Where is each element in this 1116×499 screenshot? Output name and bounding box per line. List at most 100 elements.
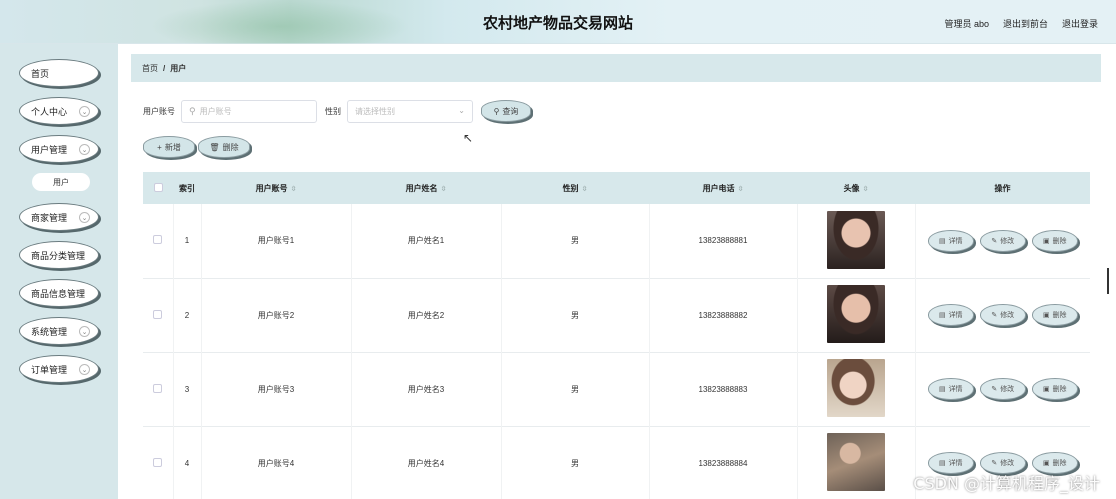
cell-name: 用户姓名4	[351, 426, 502, 499]
pencil-icon: ✎	[991, 460, 998, 467]
avatar[interactable]	[827, 359, 885, 417]
edit-button[interactable]: ✎ 修改	[979, 229, 1026, 252]
breadcrumb-current: 用户	[170, 63, 187, 73]
scrollbar[interactable]	[1107, 268, 1109, 294]
query-button[interactable]: ⚲ 查询	[481, 100, 531, 122]
table-row: 3 用户账号3 用户姓名3 男 13823888883 ▤ 详情 ✎ 修改 ▣ 删除	[143, 352, 1090, 426]
sidebar-item-personal-center[interactable]: 个人中心 ⌄	[19, 97, 99, 125]
sort-icon[interactable]: ⇳	[441, 186, 447, 193]
table-row: 1 用户账号1 用户姓名1 男 13823888881 ▤ 详情 ✎ 修改 ▣ 删除	[143, 204, 1090, 278]
edit-button[interactable]: ✎ 修改	[979, 304, 1026, 326]
delete-button-label: 删除	[222, 142, 239, 152]
delete-button[interactable]: ▣ 删除	[1031, 378, 1078, 400]
edit-button[interactable]: ✎ 修改	[979, 378, 1026, 400]
document-icon: ▤	[938, 386, 946, 393]
back-to-front-link[interactable]: 退出到前台	[1003, 17, 1048, 30]
header-name[interactable]: 用户姓名 ⇳	[351, 172, 501, 204]
cell-gender: 男	[501, 426, 650, 499]
trash-icon: ▣	[1042, 312, 1050, 319]
delete-button[interactable]: ▣ 删除	[1031, 229, 1078, 252]
mouse-cursor-icon: ↖	[463, 131, 474, 145]
sidebar-item-system-management[interactable]: 系统管理 ⌄	[19, 317, 99, 345]
sidebar: 首页 个人中心 ⌄ 用户管理 ⌄ 商家管理 ⌄ 商品分类管理 商品信息管理 系统…	[0, 44, 118, 499]
header-phone[interactable]: 用户电话 ⇳	[649, 172, 797, 204]
search-form: 用户账号 ⚲ 用户账号 性别 请选择性别 ⌄ ⚲ 查询	[143, 99, 531, 123]
document-icon: ▤	[938, 237, 946, 245]
add-button-label: 新增	[164, 142, 181, 152]
sidebar-item-label: 首页	[31, 68, 50, 79]
breadcrumb-separator: /	[163, 63, 166, 73]
account-search-input[interactable]: ⚲ 用户账号	[181, 99, 317, 123]
action-bar: + 新增 🗑 删除	[143, 136, 250, 158]
detail-button[interactable]: ▤ 详情	[927, 229, 974, 252]
row-checkbox[interactable]	[143, 426, 174, 499]
sidebar-item-home[interactable]: 首页	[19, 59, 99, 87]
detail-button[interactable]: ▤ 详情	[927, 304, 974, 326]
document-icon: ▤	[938, 312, 946, 319]
logout-link[interactable]: 退出登录	[1062, 17, 1098, 30]
admin-label: 管理员 abo	[944, 19, 989, 29]
sidebar-item-category-management[interactable]: 商品分类管理	[19, 241, 99, 269]
sort-icon[interactable]: ⇳	[863, 186, 869, 193]
user-table: 索引 用户账号 ⇳ 用户姓名 ⇳ 性别 ⇳ 用户电话 ⇳ 头像 ⇳ 操作 1 用户账号1 …	[143, 172, 1090, 499]
cell-phone: 13823888884	[649, 426, 798, 499]
gender-select[interactable]: 请选择性别 ⌄	[347, 99, 473, 123]
cell-account: 用户账号1	[201, 204, 352, 278]
row-checkbox[interactable]	[143, 352, 174, 426]
cell-name: 用户姓名3	[351, 352, 502, 426]
cell-gender: 男	[501, 352, 650, 426]
breadcrumb: 首页 / 用户	[131, 54, 1101, 82]
header-gender[interactable]: 性别 ⇳	[501, 172, 649, 204]
cell-gender: 男	[501, 278, 650, 352]
sidebar-item-merchant-management[interactable]: 商家管理 ⌄	[19, 203, 99, 231]
select-all-checkbox[interactable]	[143, 172, 173, 204]
pencil-icon: ✎	[991, 312, 998, 319]
detail-button[interactable]: ▤ 详情	[927, 378, 974, 400]
query-button-label: 查询	[502, 106, 519, 116]
sidebar-subitem-user[interactable]: 用户	[32, 173, 90, 191]
header-avatar[interactable]: 头像 ⇳	[797, 172, 915, 204]
sidebar-item-order-management[interactable]: 订单管理 ⌄	[19, 355, 99, 383]
gender-label: 性别	[325, 106, 341, 116]
sidebar-item-label: 商家管理	[31, 212, 68, 223]
sidebar-item-user-management[interactable]: 用户管理 ⌄	[19, 135, 99, 163]
avatar[interactable]	[827, 433, 885, 491]
sort-icon[interactable]: ⇳	[582, 186, 588, 193]
chevron-down-icon: ⌄	[79, 106, 90, 117]
cell-phone: 13823888881	[649, 204, 798, 278]
sidebar-item-label: 个人中心	[31, 106, 68, 117]
trash-icon: 🗑	[209, 142, 220, 152]
cell-index: 2	[173, 278, 202, 352]
cell-index: 4	[173, 426, 202, 499]
avatar[interactable]	[827, 210, 885, 269]
sort-icon[interactable]: ⇳	[291, 186, 297, 193]
sort-icon[interactable]: ⇳	[738, 186, 744, 193]
add-button[interactable]: + 新增	[143, 136, 195, 158]
cell-ops: ▤ 详情 ✎ 修改 ▣ 删除	[915, 278, 1090, 352]
table-header-row: 索引 用户账号 ⇳ 用户姓名 ⇳ 性别 ⇳ 用户电话 ⇳ 头像 ⇳ 操作	[143, 172, 1090, 204]
pencil-icon: ✎	[991, 237, 998, 245]
cell-ops: ▤ 详情 ✎ 修改 ▣ 删除	[915, 352, 1090, 426]
cell-avatar	[797, 352, 916, 426]
header-ops: 操作	[994, 183, 1011, 193]
row-checkbox[interactable]	[143, 204, 174, 278]
cell-name: 用户姓名2	[351, 278, 502, 352]
account-label: 用户账号	[143, 106, 175, 116]
cell-account: 用户账号4	[201, 426, 352, 499]
plus-icon: +	[157, 142, 162, 152]
cell-phone: 13823888882	[649, 278, 798, 352]
header-account[interactable]: 用户账号 ⇳	[201, 172, 351, 204]
gender-placeholder: 请选择性别	[355, 106, 395, 116]
sidebar-item-product-management[interactable]: 商品信息管理	[19, 279, 99, 307]
breadcrumb-home[interactable]: 首页	[142, 63, 158, 74]
search-icon: ⚲	[189, 105, 196, 116]
cell-avatar	[797, 204, 916, 278]
cell-avatar	[797, 278, 916, 352]
row-checkbox[interactable]	[143, 278, 174, 352]
delete-button[interactable]: ▣ 删除	[1031, 304, 1078, 326]
chevron-down-icon: ⌄	[79, 364, 90, 375]
cell-index: 1	[173, 204, 202, 278]
avatar[interactable]	[827, 285, 885, 343]
batch-delete-button[interactable]: 🗑 删除	[198, 136, 250, 158]
trash-icon: ▣	[1042, 460, 1050, 467]
